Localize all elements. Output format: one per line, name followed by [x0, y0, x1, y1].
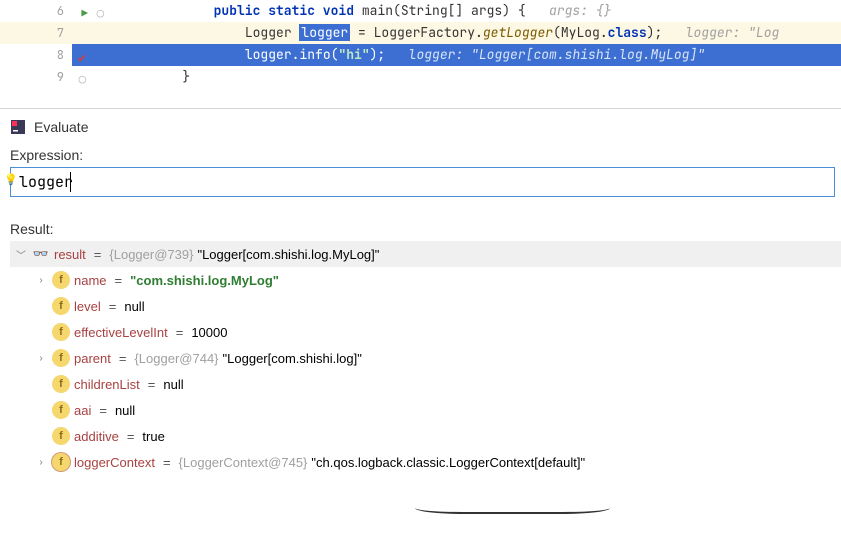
field-icon: f — [52, 297, 70, 315]
method-icon: ◯ — [79, 69, 86, 91]
chevron-down-icon[interactable]: ﹀ — [14, 247, 28, 262]
evaluate-panel: Evaluate Expression: 💡 Result: ﹀ 👓 resul… — [0, 108, 841, 475]
code-editor[interactable]: 6 ▶ ◯ public static void main(String[] a… — [0, 0, 841, 88]
editor-line[interactable]: 6 ▶ ◯ public static void main(String[] a… — [0, 0, 841, 22]
line-number: 6 ▶ ◯ — [0, 0, 72, 22]
panel-title: Evaluate — [34, 119, 88, 135]
editor-line[interactable]: 8 ✔ logger.info("hi"); logger: "Logger[c… — [0, 44, 841, 66]
result-tree[interactable]: ﹀ 👓 result = {Logger@739} "Logger[com.sh… — [10, 241, 841, 475]
field-icon: f — [52, 323, 70, 341]
equals: = — [95, 403, 111, 418]
result-label: Result: — [10, 221, 841, 237]
expression-input[interactable] — [10, 167, 835, 197]
field-icon: f — [52, 453, 70, 471]
tree-node[interactable]: › f loggerContext = {LoggerContext@745} "ch.… — [10, 449, 841, 475]
field-icon: f — [52, 271, 70, 289]
field-icon: f — [52, 375, 70, 393]
tree-root[interactable]: ﹀ 👓 result = {Logger@739} "Logger[com.sh… — [10, 241, 841, 267]
run-icon[interactable]: ▶ — [81, 3, 88, 25]
node-value: true — [142, 429, 164, 444]
bulb-icon[interactable]: 💡 — [4, 173, 18, 186]
tree-node[interactable]: › fname ="com.shishi.log.MyLog" — [10, 267, 841, 293]
node-value: "Logger[com.shishi.log.MyLog]" — [197, 247, 379, 262]
tree-node[interactable]: ›flevel=null — [10, 293, 841, 319]
equals: = — [159, 455, 175, 470]
intellij-icon — [10, 119, 26, 135]
node-name: name — [74, 273, 107, 288]
node-name: level — [74, 299, 101, 314]
code-content[interactable]: public static void main(String[] args) {… — [72, 0, 841, 22]
field-icon: f — [52, 427, 70, 445]
method-icon: ◯ — [97, 3, 104, 25]
watch-icon: 👓 — [32, 245, 50, 263]
node-name: result — [54, 247, 86, 262]
field-icon: f — [52, 401, 70, 419]
tree-node[interactable]: ›fadditive=true — [10, 423, 841, 449]
equals: = — [123, 429, 139, 444]
equals: = — [172, 325, 188, 340]
tree-node[interactable]: › fparent ={Logger@744} "Logger[com.shishi… — [10, 345, 841, 371]
node-value: "com.shishi.log.MyLog" — [130, 273, 279, 288]
node-name: effectiveLevelInt — [74, 325, 168, 340]
node-value: "Logger[com.shishi.log]" — [223, 351, 362, 366]
panel-header: Evaluate — [10, 119, 841, 135]
node-name: additive — [74, 429, 119, 444]
node-value: null — [115, 403, 135, 418]
execution-line[interactable]: logger.info("hi"); logger: "Logger[com.s… — [72, 44, 841, 66]
selected-var: logger — [299, 24, 350, 41]
object-ref: {Logger@744} — [134, 351, 218, 366]
line-number: 7 — [0, 22, 72, 44]
equals: = — [111, 273, 127, 288]
line-number: 8 ✔ — [0, 44, 72, 66]
node-value: null — [124, 299, 144, 314]
tree-node[interactable]: ›fchildrenList=null — [10, 371, 841, 397]
node-name: parent — [74, 351, 111, 366]
tree-node[interactable]: ›feffectiveLevelInt=10000 — [10, 319, 841, 345]
code-content[interactable]: Logger logger = LoggerFactory.getLogger(… — [72, 22, 841, 44]
text-caret — [70, 172, 71, 192]
chevron-right-icon[interactable]: › — [34, 275, 48, 286]
equals: = — [115, 351, 131, 366]
node-value: "ch.qos.logback.classic.LoggerContext[de… — [311, 455, 585, 470]
line-number: 9 ◯ — [0, 66, 72, 88]
node-value: null — [163, 377, 183, 392]
annotation-underline — [415, 508, 610, 514]
node-name: aai — [74, 403, 91, 418]
field-icon: f — [52, 349, 70, 367]
chevron-right-icon[interactable]: › — [34, 353, 48, 364]
equals: = — [90, 247, 106, 262]
chevron-right-icon[interactable]: › — [34, 457, 48, 468]
node-name: loggerContext — [74, 455, 155, 470]
node-name: childrenList — [74, 377, 140, 392]
node-value: 10000 — [191, 325, 227, 340]
breakpoint-icon[interactable]: ✔ — [78, 47, 86, 69]
tree-node[interactable]: ›faai=null — [10, 397, 841, 423]
code-content[interactable]: } — [72, 66, 841, 88]
editor-line[interactable]: 9 ◯ } — [0, 66, 841, 88]
object-ref: {Logger@739} — [109, 247, 193, 262]
object-ref: {LoggerContext@745} — [179, 455, 308, 470]
equals: = — [144, 377, 160, 392]
editor-line[interactable]: 7 Logger logger = LoggerFactory.getLogge… — [0, 22, 841, 44]
expression-label: Expression: — [10, 147, 841, 163]
equals: = — [105, 299, 121, 314]
